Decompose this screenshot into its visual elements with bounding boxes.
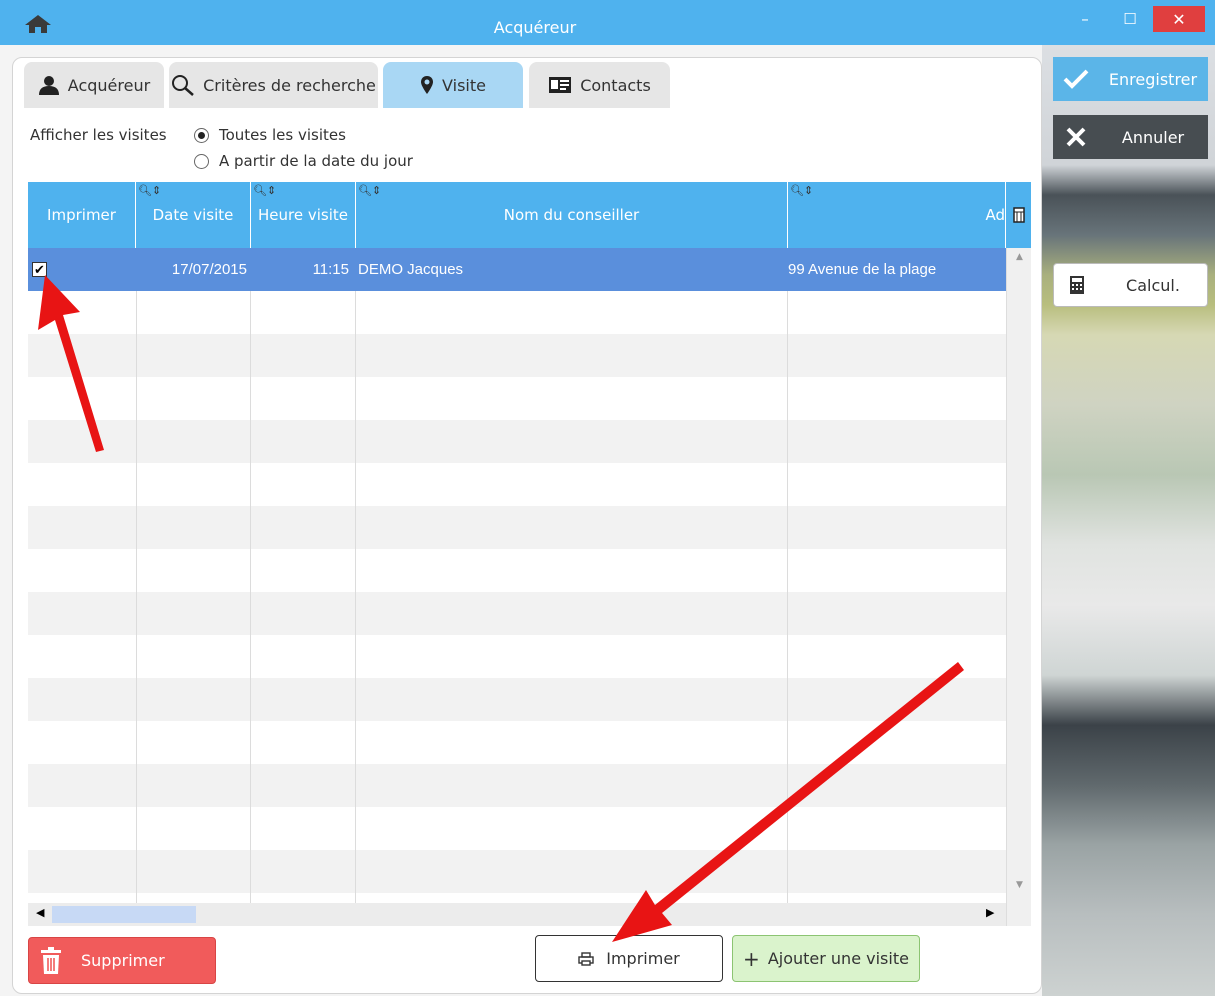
empty-row — [28, 678, 1006, 721]
scroll-left-icon[interactable]: ◀ — [36, 906, 44, 919]
print-label: Imprimer — [606, 949, 680, 968]
adresse-cell: 99 Avenue de la plage — [788, 261, 937, 278]
calc-label: Calcul. — [1126, 275, 1180, 295]
close-x-icon — [1053, 126, 1098, 148]
table-header: Imprimer 🔍︎⇕ Date visite 🔍︎⇕ Heure visit… — [28, 182, 1031, 248]
delete-button[interactable]: Supprimer — [28, 937, 216, 984]
side-background — [1042, 45, 1215, 996]
person-icon — [38, 76, 59, 95]
trash-icon — [29, 946, 73, 975]
search-icon — [172, 75, 194, 96]
print-button[interactable]: Imprimer — [535, 935, 723, 982]
column-divider — [355, 291, 356, 903]
table-body: ✔ 17/07/2015 11:15 DEMO Jacques 99 Avenu… — [28, 248, 1006, 903]
date-cell: 17/07/2015 — [171, 261, 247, 278]
sort-search-icon[interactable]: 🔍︎⇕ — [358, 184, 381, 197]
empty-row — [28, 463, 1006, 506]
save-label: Enregistrer — [1108, 69, 1198, 89]
window-title: Acquéreur — [493, 18, 577, 37]
empty-row — [28, 635, 1006, 678]
empty-row — [28, 506, 1006, 549]
radio-from-today[interactable]: A partir de la date du jour — [194, 152, 413, 170]
add-visit-button[interactable]: + Ajouter une visite — [732, 935, 920, 982]
empty-row — [28, 549, 1006, 592]
empty-row — [28, 592, 1006, 635]
close-button[interactable]: ✕ — [1153, 6, 1205, 32]
column-chooser-icon[interactable] — [1006, 182, 1031, 248]
empty-row — [28, 334, 1006, 377]
sort-search-icon[interactable]: 🔍︎⇕ — [253, 184, 276, 197]
empty-row — [28, 420, 1006, 463]
delete-label: Supprimer — [81, 951, 165, 970]
column-divider — [136, 291, 137, 903]
calculator-icon — [1054, 275, 1099, 295]
contact-card-icon — [549, 77, 572, 93]
tab-visite[interactable]: Visite — [383, 62, 523, 108]
column-header-adresse[interactable]: 🔍︎⇕ Ad — [788, 182, 1006, 248]
maximize-button[interactable]: ☐ — [1108, 6, 1152, 32]
cancel-label: Annuler — [1121, 127, 1185, 147]
add-visit-label: Ajouter une visite — [767, 949, 909, 968]
checkmark-icon — [1053, 68, 1098, 90]
maximize-icon: ☐ — [1123, 10, 1137, 28]
sort-search-icon[interactable]: 🔍︎⇕ — [790, 184, 813, 197]
calc-button[interactable]: Calcul. — [1053, 263, 1208, 307]
visits-table: Imprimer 🔍︎⇕ Date visite 🔍︎⇕ Heure visit… — [28, 182, 1031, 926]
radio-all-visits[interactable]: Toutes les visites — [194, 126, 346, 144]
save-button[interactable]: Enregistrer — [1053, 57, 1208, 101]
column-header-conseiller[interactable]: 🔍︎⇕ Nom du conseiller — [356, 182, 788, 248]
minimize-button[interactable]: – — [1063, 6, 1107, 32]
tab-visite-label: Visite — [442, 75, 486, 95]
empty-row — [28, 764, 1006, 807]
print-checkbox-cell[interactable]: ✔ — [32, 248, 132, 291]
close-icon: ✕ — [1172, 9, 1186, 29]
tab-acquereur-label: Acquéreur — [67, 75, 151, 95]
empty-row — [28, 850, 1006, 893]
table-row[interactable]: ✔ 17/07/2015 11:15 DEMO Jacques 99 Avenu… — [28, 248, 1006, 291]
radio-button[interactable] — [194, 127, 209, 143]
scroll-down-icon[interactable]: ▼ — [1011, 880, 1028, 897]
print-checkbox[interactable]: ✔ — [32, 262, 47, 277]
tab-contacts-label: Contacts — [580, 75, 651, 95]
tab-criteres-label: Critères de recherche — [203, 75, 376, 95]
cancel-button[interactable]: Annuler — [1053, 115, 1208, 159]
radio-from-today-label: A partir de la date du jour — [219, 152, 413, 170]
heure-cell: 11:15 — [312, 261, 349, 278]
map-pin-icon — [421, 76, 434, 94]
tab-contacts[interactable]: Contacts — [529, 62, 670, 108]
plus-icon: + — [743, 946, 760, 971]
vertical-scrollbar[interactable]: ▲ ▼ — [1006, 248, 1031, 926]
filter-label: Afficher les visites — [30, 126, 167, 144]
horizontal-scrollbar[interactable]: ◀ ▶ — [28, 903, 1006, 926]
printer-icon — [578, 951, 594, 966]
conseiller-cell: DEMO Jacques — [358, 261, 464, 278]
radio-button[interactable] — [194, 153, 209, 169]
title-bar: Acquéreur – ☐ ✕ — [0, 0, 1215, 45]
column-divider — [250, 291, 251, 903]
minimize-icon: – — [1081, 10, 1089, 28]
scroll-up-icon[interactable]: ▲ — [1011, 252, 1028, 269]
scroll-right-icon[interactable]: ▶ — [986, 906, 994, 919]
column-header-imprimer[interactable]: Imprimer — [28, 182, 136, 248]
scroll-thumb[interactable] — [52, 906, 196, 923]
empty-row — [28, 377, 1006, 420]
empty-row — [28, 807, 1006, 850]
sort-search-icon[interactable]: 🔍︎⇕ — [138, 184, 161, 197]
radio-all-visits-label: Toutes les visites — [219, 126, 346, 144]
column-divider — [787, 291, 788, 903]
column-header-heure[interactable]: 🔍︎⇕ Heure visite — [251, 182, 356, 248]
tab-criteres[interactable]: Critères de recherche — [169, 62, 378, 108]
empty-row — [28, 291, 1006, 334]
tab-acquereur[interactable]: Acquéreur — [24, 62, 164, 108]
empty-row — [28, 721, 1006, 764]
column-header-date[interactable]: 🔍︎⇕ Date visite — [136, 182, 251, 248]
